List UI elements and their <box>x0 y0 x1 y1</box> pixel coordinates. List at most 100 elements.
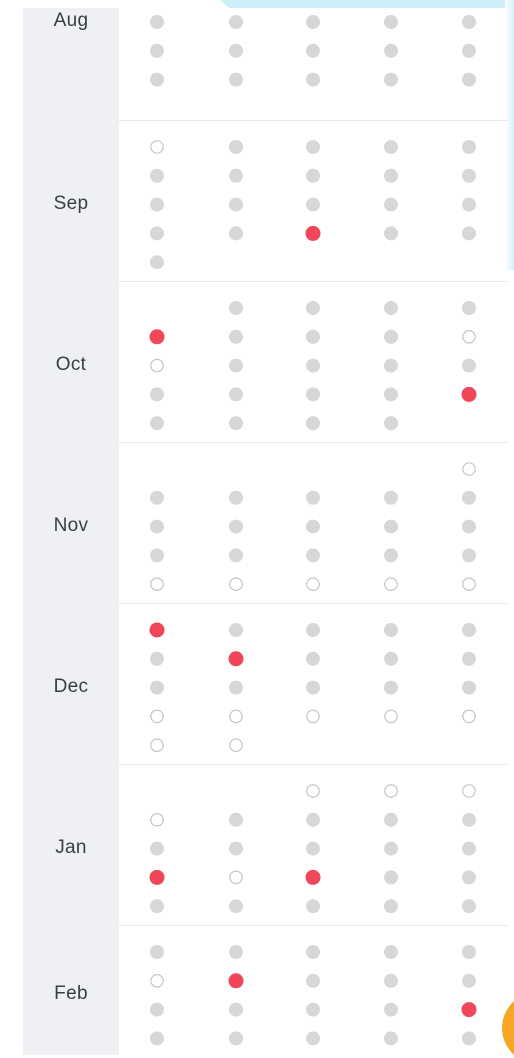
day-dot-empty[interactable] <box>150 140 164 154</box>
day-dot-neutral[interactable] <box>306 812 320 827</box>
day-dot-neutral[interactable] <box>150 226 164 241</box>
day-dot-neutral[interactable] <box>306 623 320 637</box>
day-dot-neutral[interactable] <box>150 255 164 270</box>
day-dot-neutral[interactable] <box>150 1002 164 1017</box>
day-dot-highlighted[interactable] <box>461 386 477 402</box>
day-dot-neutral[interactable] <box>462 812 476 827</box>
day-dot-highlighted[interactable] <box>228 651 244 667</box>
day-dot-neutral[interactable] <box>384 812 398 827</box>
day-dot-neutral[interactable] <box>384 870 398 885</box>
day-dot-neutral[interactable] <box>229 623 243 637</box>
day-dot-neutral[interactable] <box>384 43 398 58</box>
day-dot-neutral[interactable] <box>150 15 164 29</box>
day-dot-neutral[interactable] <box>306 72 320 87</box>
day-dot-neutral[interactable] <box>384 140 398 154</box>
day-dot-empty[interactable] <box>229 709 243 724</box>
day-dot-neutral[interactable] <box>306 548 320 563</box>
day-dot-neutral[interactable] <box>150 72 164 87</box>
day-dot-neutral[interactable] <box>384 15 398 29</box>
day-dot-neutral[interactable] <box>306 301 320 315</box>
day-dot-neutral[interactable] <box>229 945 243 959</box>
day-dot-empty[interactable] <box>150 738 164 752</box>
day-dot-highlighted[interactable] <box>149 869 165 885</box>
day-dot-neutral[interactable] <box>384 490 398 505</box>
day-dot-neutral[interactable] <box>462 973 476 988</box>
day-dot-neutral[interactable] <box>229 548 243 563</box>
day-dot-neutral[interactable] <box>462 301 476 315</box>
day-dot-empty[interactable] <box>150 709 164 724</box>
day-dot-empty[interactable] <box>150 358 164 373</box>
day-dot-neutral[interactable] <box>229 1002 243 1017</box>
day-dot-neutral[interactable] <box>150 945 164 959</box>
day-dot-neutral[interactable] <box>462 168 476 183</box>
day-dot-neutral[interactable] <box>229 416 243 431</box>
day-dot-empty[interactable] <box>150 973 164 988</box>
day-dot-neutral[interactable] <box>150 43 164 58</box>
day-dot-neutral[interactable] <box>462 15 476 29</box>
day-dot-neutral[interactable] <box>229 358 243 373</box>
day-dot-neutral[interactable] <box>306 899 320 914</box>
day-dot-neutral[interactable] <box>384 973 398 988</box>
day-dot-neutral[interactable] <box>306 1002 320 1017</box>
day-dot-neutral[interactable] <box>384 358 398 373</box>
day-dot-neutral[interactable] <box>306 43 320 58</box>
day-dot-neutral[interactable] <box>462 870 476 885</box>
day-dot-neutral[interactable] <box>384 72 398 87</box>
day-dot-empty[interactable] <box>462 577 476 591</box>
day-dot-neutral[interactable] <box>306 519 320 534</box>
day-dot-neutral[interactable] <box>306 416 320 431</box>
day-dot-neutral[interactable] <box>150 519 164 534</box>
day-dot-neutral[interactable] <box>150 197 164 212</box>
day-dot-empty[interactable] <box>229 870 243 885</box>
day-dot-neutral[interactable] <box>150 416 164 431</box>
day-dot-neutral[interactable] <box>462 680 476 695</box>
day-dot-neutral[interactable] <box>306 358 320 373</box>
day-dot-neutral[interactable] <box>150 168 164 183</box>
day-dot-neutral[interactable] <box>384 329 398 344</box>
day-dot-empty[interactable] <box>462 709 476 724</box>
day-dot-neutral[interactable] <box>462 358 476 373</box>
day-dot-highlighted[interactable] <box>305 869 321 885</box>
day-dot-neutral[interactable] <box>462 548 476 563</box>
day-dot-neutral[interactable] <box>462 490 476 505</box>
day-dot-empty[interactable] <box>150 812 164 827</box>
day-dot-neutral[interactable] <box>384 623 398 637</box>
day-dot-neutral[interactable] <box>229 226 243 241</box>
day-dot-neutral[interactable] <box>384 387 398 402</box>
day-dot-neutral[interactable] <box>384 301 398 315</box>
day-dot-neutral[interactable] <box>462 623 476 637</box>
day-dot-neutral[interactable] <box>306 197 320 212</box>
day-dot-neutral[interactable] <box>229 812 243 827</box>
day-dot-neutral[interactable] <box>384 519 398 534</box>
day-dot-neutral[interactable] <box>384 168 398 183</box>
day-dot-neutral[interactable] <box>229 168 243 183</box>
day-dot-empty[interactable] <box>150 577 164 591</box>
day-dot-highlighted[interactable] <box>228 973 244 989</box>
day-dot-neutral[interactable] <box>229 197 243 212</box>
day-dot-empty[interactable] <box>229 738 243 752</box>
day-dot-neutral[interactable] <box>229 43 243 58</box>
day-dot-neutral[interactable] <box>462 197 476 212</box>
day-dot-neutral[interactable] <box>384 841 398 856</box>
day-dot-neutral[interactable] <box>462 140 476 154</box>
day-dot-neutral[interactable] <box>384 416 398 431</box>
day-dot-empty[interactable] <box>384 709 398 724</box>
day-dot-neutral[interactable] <box>384 899 398 914</box>
day-dot-neutral[interactable] <box>462 945 476 959</box>
day-dot-neutral[interactable] <box>150 841 164 856</box>
day-dot-neutral[interactable] <box>229 301 243 315</box>
day-dot-neutral[interactable] <box>229 680 243 695</box>
day-dot-neutral[interactable] <box>150 387 164 402</box>
day-dot-empty[interactable] <box>462 462 476 476</box>
day-dot-neutral[interactable] <box>462 841 476 856</box>
day-dot-neutral[interactable] <box>229 72 243 87</box>
day-dot-neutral[interactable] <box>229 387 243 402</box>
day-dot-neutral[interactable] <box>150 680 164 695</box>
day-dot-empty[interactable] <box>229 577 243 591</box>
day-dot-neutral[interactable] <box>384 226 398 241</box>
day-dot-highlighted[interactable] <box>305 225 321 241</box>
day-dot-neutral[interactable] <box>306 945 320 959</box>
day-dot-empty[interactable] <box>384 577 398 591</box>
day-dot-neutral[interactable] <box>306 841 320 856</box>
day-dot-neutral[interactable] <box>150 899 164 914</box>
